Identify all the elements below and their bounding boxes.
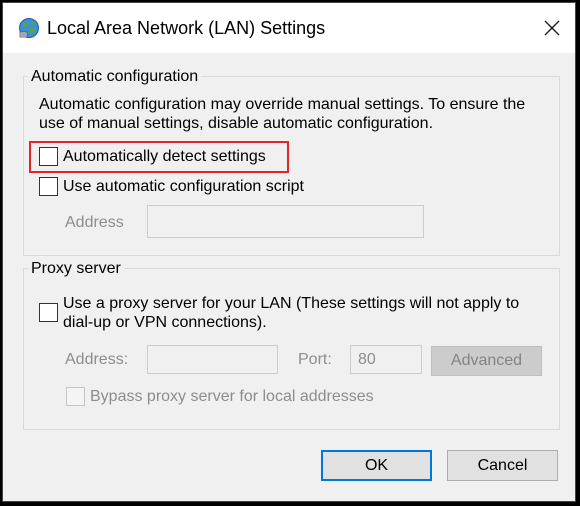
- bypass-local-checkbox[interactable]: [66, 387, 85, 406]
- bypass-local-label[interactable]: Bypass proxy server for local addresses: [90, 387, 374, 406]
- advanced-button[interactable]: Advanced: [431, 346, 542, 376]
- use-proxy-label-line2[interactable]: dial-up or VPN connections).: [63, 313, 267, 332]
- proxy-address-label: Address:: [65, 351, 129, 368]
- proxy-port-label: Port:: [298, 351, 332, 368]
- ok-button-label: OK: [364, 456, 389, 474]
- script-address-field[interactable]: [147, 205, 424, 238]
- script-address-label: Address: [65, 214, 124, 231]
- ok-button[interactable]: OK: [321, 450, 432, 481]
- proxy-address-field[interactable]: [147, 345, 278, 374]
- close-button[interactable]: [529, 3, 575, 53]
- network-globe-icon: [19, 18, 39, 38]
- proxy-port-field[interactable]: 80: [350, 345, 422, 374]
- window-title: Local Area Network (LAN) Settings: [47, 18, 326, 38]
- automatic-configuration-legend: Automatic configuration: [28, 68, 202, 86]
- proxy-port-value: 80: [358, 351, 376, 368]
- auto-config-script-checkbox[interactable]: [39, 177, 58, 196]
- lan-settings-dialog: Local Area Network (LAN) Settings Automa…: [2, 2, 576, 502]
- auto-config-description-line1: Automatic configuration may override man…: [39, 96, 526, 113]
- auto-config-description-line2: use of manual settings, disable automati…: [39, 115, 434, 132]
- advanced-button-label: Advanced: [450, 352, 523, 369]
- annotation-highlight-box: [29, 141, 289, 173]
- cancel-button[interactable]: Cancel: [447, 450, 558, 481]
- title-bar: Local Area Network (LAN) Settings: [3, 3, 575, 53]
- close-icon: [544, 20, 560, 36]
- proxy-server-legend: Proxy server: [28, 260, 124, 278]
- use-proxy-checkbox[interactable]: [39, 303, 58, 322]
- cancel-button-label: Cancel: [477, 456, 528, 474]
- auto-config-script-label[interactable]: Use automatic configuration script: [63, 177, 304, 196]
- use-proxy-label-line1[interactable]: Use a proxy server for your LAN (These s…: [63, 294, 519, 313]
